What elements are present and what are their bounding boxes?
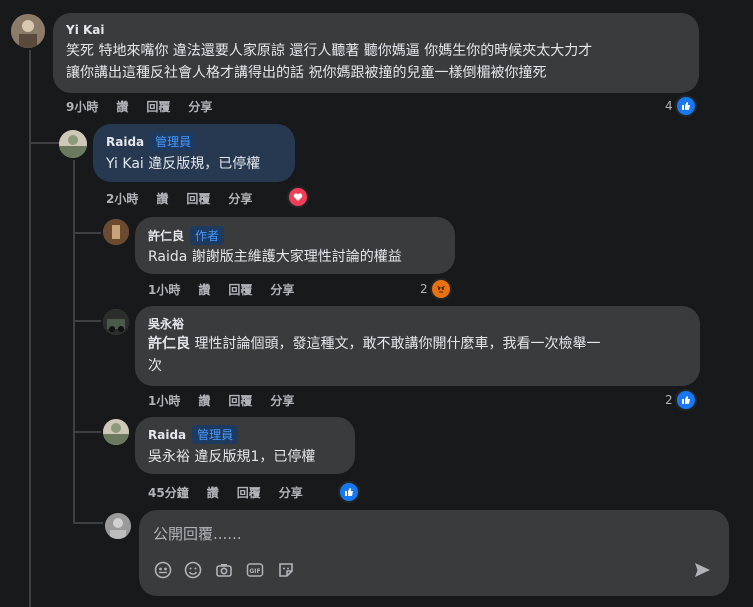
reaction-summary[interactable]: 2 [665, 389, 697, 411]
comment-text-line-2: 次 [148, 358, 162, 374]
comment-bubble: Raida 管理員 Yi Kai 違反版規，已停權 [93, 124, 295, 182]
comment-actions: 1小時 讚 回覆 分享 [148, 392, 294, 409]
comment-text-line-1: 笑死 特地來嘴你 違法還要人家原諒 還行人聽著 聽你媽逼 你媽生你的時候夾太大力… [66, 43, 593, 59]
reply-composer: GIF [139, 510, 729, 596]
comment-text: Yi Kai 違反版規，已停權 [106, 156, 261, 172]
avatar-sticker-icon[interactable] [153, 560, 173, 580]
reaction-count: 2 [665, 393, 673, 407]
mention-link[interactable]: 許仁良 [148, 336, 190, 352]
reply-input[interactable] [151, 520, 715, 548]
thread-connector-4 [73, 522, 103, 524]
comment-author[interactable]: 吳永裕 [148, 315, 687, 332]
comment-time[interactable]: 45分鐘 [148, 484, 189, 501]
comment-author-row: Raida 管理員 [106, 132, 282, 151]
thread-connector-2 [73, 320, 101, 322]
avatar[interactable] [103, 219, 129, 245]
thread-connector-1 [73, 232, 101, 234]
like-button[interactable]: 讚 [207, 484, 219, 501]
share-button[interactable]: 分享 [188, 98, 212, 115]
emoji-icon[interactable] [183, 560, 203, 580]
comment-time[interactable]: 1小時 [148, 281, 180, 298]
comment-text-line-1: 許仁良 理性討論個頭，發這種文，敢不敢講你開什麼車，我看一次檢舉一 [148, 333, 687, 355]
comment-author[interactable]: Raida [106, 135, 144, 149]
share-button[interactable]: 分享 [270, 392, 294, 409]
like-reaction-icon [338, 481, 360, 503]
comment-author[interactable]: Yi Kai [66, 23, 686, 37]
comment-bubble: Yi Kai 笑死 特地來嘴你 違法還要人家原諒 還行人聽著 聽你媽逼 你媽生你… [53, 13, 699, 93]
comment-actions: 2小時 讚 回覆 分享 [106, 190, 252, 207]
comment-time[interactable]: 2小時 [106, 190, 138, 207]
comment-time[interactable]: 1小時 [148, 392, 180, 409]
comment-bubble: 許仁良 作者 Raida 謝謝版主維護大家理性討論的權益 [135, 217, 455, 274]
reply-button[interactable]: 回覆 [228, 392, 252, 409]
my-avatar[interactable] [105, 513, 131, 539]
avatar[interactable] [103, 419, 129, 445]
reaction-summary[interactable] [285, 186, 309, 208]
mention-link[interactable]: Raida [148, 249, 187, 265]
reply-button[interactable]: 回覆 [186, 190, 210, 207]
avatar-image-icon [59, 130, 87, 158]
comment-text-body: 謝謝版主維護大家理性討論的權益 [187, 249, 402, 265]
comment-author-row: 許仁良 作者 [148, 226, 442, 245]
avatar-image-icon [103, 309, 129, 335]
reply-button[interactable]: 回覆 [228, 281, 252, 298]
svg-text:GIF: GIF [249, 568, 260, 575]
share-button[interactable]: 分享 [279, 484, 303, 501]
comment-author[interactable]: 許仁良 [148, 229, 184, 243]
avatar[interactable] [11, 14, 45, 48]
like-reaction-icon [674, 389, 697, 411]
gif-icon[interactable]: GIF [245, 560, 265, 580]
comment-bubble: Raida 管理員 吳永裕 違反版規1，已停權 [135, 417, 355, 474]
comment-actions: 1小時 讚 回覆 分享 [148, 281, 294, 298]
comment-actions: 9小時 讚 回覆 分享 [66, 98, 212, 115]
avatar-image-icon [105, 513, 131, 539]
avatar-image-icon [103, 219, 129, 245]
comment-text-line-2: 讓你講出這種反社會人格才講得出的話 祝你媽跟被撞的兒童一樣倒楣被你撞死 [66, 65, 547, 81]
reaction-summary[interactable] [336, 481, 360, 503]
admin-badge: 管理員 [192, 425, 239, 444]
reaction-summary[interactable]: 2 [420, 278, 452, 300]
like-button[interactable]: 讚 [156, 190, 168, 207]
reply-button[interactable]: 回覆 [237, 484, 261, 501]
like-button[interactable]: 讚 [198, 392, 210, 409]
avatar[interactable] [103, 309, 129, 335]
angry-reaction-icon [429, 278, 452, 300]
comment-text-body: 理性討論個頭，發這種文，敢不敢講你開什麼車，我看一次檢舉一 [190, 336, 601, 352]
reaction-summary[interactable]: 4 [665, 95, 697, 117]
reaction-count: 4 [665, 99, 673, 113]
share-button[interactable]: 分享 [228, 190, 252, 207]
avatar-image-icon [103, 419, 129, 445]
thread-connector-raida [29, 142, 59, 144]
comment-text: Raida 謝謝版主維護大家理性討論的權益 [148, 246, 442, 268]
reply-button[interactable]: 回覆 [146, 98, 170, 115]
like-button[interactable]: 讚 [116, 98, 128, 115]
like-button[interactable]: 讚 [198, 281, 210, 298]
comment-author[interactable]: Raida [148, 428, 186, 442]
camera-icon[interactable] [214, 560, 234, 580]
avatar-image-icon [11, 14, 45, 48]
admin-badge: 管理員 [150, 132, 197, 151]
sticker-icon[interactable] [276, 560, 296, 580]
share-button[interactable]: 分享 [270, 281, 294, 298]
comment-actions: 45分鐘 讚 回覆 分享 [148, 484, 303, 501]
comment-time[interactable]: 9小時 [66, 98, 98, 115]
thread-line-sub [73, 160, 75, 523]
thread-line-main [29, 50, 31, 607]
comment-author-row: Raida 管理員 [148, 425, 342, 444]
avatar[interactable] [59, 130, 87, 158]
love-reaction-icon [287, 186, 309, 208]
reaction-count: 2 [420, 282, 428, 296]
comment-bubble: 吳永裕 許仁良 理性討論個頭，發這種文，敢不敢講你開什麼車，我看一次檢舉一 次 [135, 306, 700, 386]
comment-text: 吳永裕 違反版規1，已停權 [148, 449, 316, 465]
send-icon[interactable] [692, 560, 712, 580]
like-reaction-icon [674, 95, 697, 117]
thread-connector-3 [73, 431, 101, 433]
author-badge: 作者 [190, 226, 225, 245]
